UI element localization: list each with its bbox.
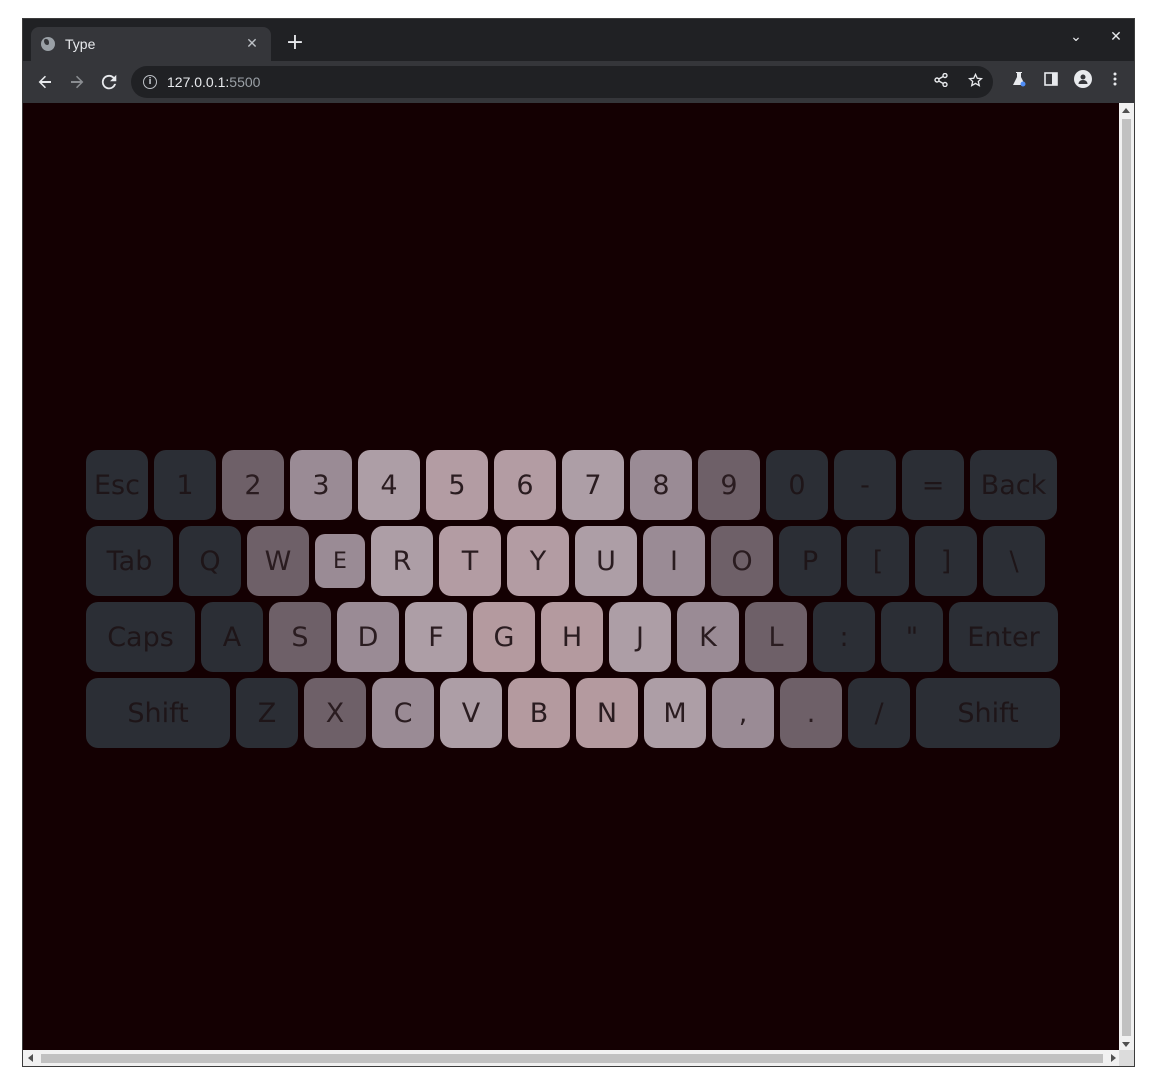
key-v[interactable]: V	[440, 678, 502, 748]
page-viewport: Esc 1 2 3 4 5 6 7 8 9 0- = Back Tab Q W E R T Y U I O P[] \ Caps A…	[23, 103, 1121, 1052]
virtual-keyboard: Esc 1 2 3 4 5 6 7 8 9 0- = Back Tab Q W E R T Y U I O P[] \ Caps A…	[86, 450, 1062, 754]
key-w[interactable]: W	[247, 526, 309, 596]
key-symbol[interactable]: \	[983, 526, 1045, 596]
key-z[interactable]: Z	[236, 678, 298, 748]
key-shift[interactable]: Shift	[86, 678, 230, 748]
key-back[interactable]: Back	[970, 450, 1057, 520]
scroll-right-arrow-icon[interactable]	[1111, 1054, 1116, 1062]
window-controls: ⌄ ✕	[1066, 29, 1126, 45]
info-icon[interactable]: i	[143, 75, 157, 89]
arrow-left-icon	[38, 75, 51, 89]
key-enter[interactable]: Enter	[949, 602, 1058, 672]
key-1[interactable]: 1	[154, 450, 216, 520]
key-tab[interactable]: Tab	[86, 526, 173, 596]
key-3[interactable]: 3	[290, 450, 352, 520]
key-9[interactable]: 9	[698, 450, 760, 520]
back-button[interactable]	[29, 66, 61, 98]
keyboard-row: Shift Z X C V B N M,. / Shift	[86, 678, 1062, 748]
tab-search-icon[interactable]: ⌄	[1066, 29, 1086, 45]
key-caps[interactable]: Caps	[86, 602, 195, 672]
key-x[interactable]: X	[304, 678, 366, 748]
arrow-right-icon	[71, 75, 84, 89]
browser-window: Type ✕ + ⌄ ✕ i 127.0.0.1: 5500 Esc 1 2 3…	[22, 18, 1135, 1067]
key-0[interactable]: 0	[766, 450, 828, 520]
bookmark-star-icon[interactable]	[967, 72, 983, 92]
key-c[interactable]: C	[372, 678, 434, 748]
vertical-scroll-thumb[interactable]	[1122, 119, 1131, 1036]
toolbar-right	[1010, 70, 1124, 88]
tab-type[interactable]: Type ✕	[31, 27, 271, 61]
key-s[interactable]: S	[269, 602, 331, 672]
key-g[interactable]: G	[473, 602, 535, 672]
key-symbol[interactable]: =	[902, 450, 964, 520]
key-symbol[interactable]: /	[848, 678, 910, 748]
key-symbol[interactable]: .	[780, 678, 842, 748]
profile-avatar-icon[interactable]	[1074, 70, 1092, 88]
key-i[interactable]: I	[643, 526, 705, 596]
key-j[interactable]: J	[609, 602, 671, 672]
menu-kebab-icon[interactable]	[1106, 70, 1124, 88]
key-p[interactable]: P	[779, 526, 841, 596]
browser-toolbar: i 127.0.0.1: 5500	[23, 61, 1134, 103]
key-b[interactable]: B	[508, 678, 570, 748]
keyboard-row: Caps A S D F G H J K L: " Enter	[86, 602, 1062, 672]
key-symbol[interactable]: ]	[915, 526, 977, 596]
address-bar[interactable]: i 127.0.0.1: 5500	[131, 66, 993, 98]
side-panel-icon[interactable]	[1042, 70, 1060, 88]
horizontal-scrollbar[interactable]	[23, 1050, 1121, 1066]
key-a[interactable]: A	[201, 602, 263, 672]
keyboard-row: Tab Q W E R T Y U I O P[] \	[86, 526, 1062, 596]
horizontal-scroll-thumb[interactable]	[41, 1054, 1103, 1063]
key-symbol[interactable]: :	[813, 602, 875, 672]
tab-bar: Type ✕ + ⌄ ✕	[23, 19, 1134, 61]
key-o[interactable]: O	[711, 526, 773, 596]
key-u[interactable]: U	[575, 526, 637, 596]
key-4[interactable]: 4	[358, 450, 420, 520]
window-close-icon[interactable]: ✕	[1106, 29, 1126, 45]
keyboard-row: Esc 1 2 3 4 5 6 7 8 9 0- = Back	[86, 450, 1062, 520]
key-y[interactable]: Y	[507, 526, 569, 596]
key-5[interactable]: 5	[426, 450, 488, 520]
key-2[interactable]: 2	[222, 450, 284, 520]
url-port: 5500	[229, 74, 261, 90]
key-l[interactable]: L	[745, 602, 807, 672]
tab-title: Type	[65, 36, 96, 52]
key-f[interactable]: F	[405, 602, 467, 672]
url-host: 127.0.0.1:	[167, 74, 230, 90]
key-shift[interactable]: Shift	[916, 678, 1060, 748]
key-m[interactable]: M	[644, 678, 706, 748]
tab-close-icon[interactable]: ✕	[243, 36, 261, 52]
key-symbol[interactable]: ,	[712, 678, 774, 748]
vertical-scrollbar[interactable]	[1119, 103, 1134, 1052]
scroll-up-arrow-icon[interactable]	[1122, 108, 1130, 113]
key-n[interactable]: N	[576, 678, 638, 748]
key-r[interactable]: R	[371, 526, 433, 596]
scrollbar-corner	[1119, 1050, 1134, 1066]
reload-icon	[101, 74, 117, 90]
key-8[interactable]: 8	[630, 450, 692, 520]
key-esc[interactable]: Esc	[86, 450, 148, 520]
scroll-down-arrow-icon[interactable]	[1122, 1042, 1130, 1047]
scroll-left-arrow-icon[interactable]	[28, 1054, 33, 1062]
labs-flask-icon[interactable]	[1010, 70, 1028, 88]
new-tab-button[interactable]: +	[283, 31, 307, 55]
forward-button[interactable]	[61, 66, 93, 98]
key-symbol[interactable]: "	[881, 602, 943, 672]
key-6[interactable]: 6	[494, 450, 556, 520]
globe-icon	[41, 37, 55, 51]
key-d[interactable]: D	[337, 602, 399, 672]
reload-button[interactable]	[93, 66, 125, 98]
key-7[interactable]: 7	[562, 450, 624, 520]
key-k[interactable]: K	[677, 602, 739, 672]
key-q[interactable]: Q	[179, 526, 241, 596]
key-e[interactable]: E	[315, 534, 365, 588]
omnibox-actions	[933, 72, 983, 92]
key-t[interactable]: T	[439, 526, 501, 596]
key-symbol[interactable]: -	[834, 450, 896, 520]
share-icon[interactable]	[933, 72, 949, 92]
key-symbol[interactable]: [	[847, 526, 909, 596]
key-h[interactable]: H	[541, 602, 603, 672]
